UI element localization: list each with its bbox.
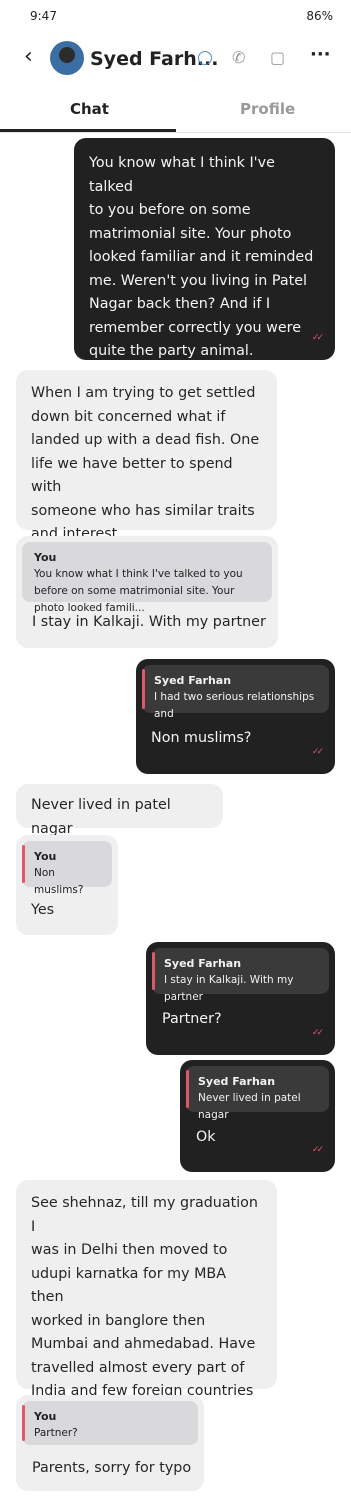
tab-profile[interactable]: Profile [240, 100, 295, 118]
status-time: 9:47 [30, 9, 57, 23]
verified-icon [198, 51, 212, 65]
message-bubble-outgoing[interactable]: Syed Farhan Never lived in patel nagar O… [180, 1060, 335, 1172]
quote-text: Never lived in patel nagar [198, 1092, 301, 1121]
message-text: Never lived in patel nagar [31, 797, 171, 837]
reply-quote[interactable]: Syed Farhan Never lived in patel nagar [186, 1066, 329, 1121]
message-bubble-incoming[interactable]: You You know what I think I've talked to… [16, 536, 278, 648]
quote-text: You know what I think I've talked to you… [34, 568, 243, 614]
message-bubble-outgoing[interactable]: Syed Farhan I had two serious relationsh… [136, 659, 335, 774]
message-bubble-incoming[interactable]: You Partner? Parents, sorry for typo [16, 1395, 204, 1491]
quote-author: You [34, 1410, 57, 1423]
message-text: Parents, sorry for typo [32, 1460, 192, 1476]
tab-bar: Chat Profile [0, 88, 351, 133]
quote-author: Syed Farhan [198, 1075, 276, 1088]
quote-bar [186, 1070, 189, 1108]
quote-text: Partner? [34, 1427, 78, 1439]
reply-quote[interactable]: Syed Farhan I had two serious relationsh… [142, 665, 329, 720]
reply-quote[interactable]: You Partner? [22, 1401, 198, 1445]
battery-level: 86% [306, 9, 333, 23]
chat-header: ‹ Syed Farh... ✆ ▢ ··· [0, 32, 351, 88]
phone-icon[interactable]: ✆ [232, 48, 245, 67]
message-bubble-outgoing[interactable]: Syed Farhan I stay in Kalkaji. With my p… [146, 942, 335, 1055]
message-text: When I am trying to get settled down bit… [31, 385, 260, 542]
reply-quote[interactable]: You Non muslims? [22, 841, 112, 896]
status-bar: 9:47 86% [0, 0, 351, 32]
message-text: You know what I think I've talked to you… [89, 155, 314, 359]
quote-text: Non muslims? [34, 867, 84, 896]
read-receipt-icon: ✓✓ [311, 746, 324, 757]
reply-quote[interactable]: Syed Farhan I stay in Kalkaji. With my p… [152, 948, 329, 1003]
back-icon[interactable]: ‹ [24, 46, 33, 68]
avatar[interactable] [50, 41, 84, 75]
quote-author: Syed Farhan [164, 957, 242, 970]
read-receipt-icon: ✓✓ [311, 1144, 324, 1155]
quote-bar [22, 845, 25, 883]
reply-quote[interactable]: You You know what I think I've talked to… [22, 542, 272, 614]
quote-author: You [34, 850, 57, 863]
message-bubble-outgoing[interactable]: You know what I think I've talked to you… [74, 138, 335, 360]
message-list[interactable]: You know what I think I've talked to you… [0, 132, 351, 1500]
quote-bar [142, 669, 145, 709]
quote-text: I stay in Kalkaji. With my partner [164, 974, 294, 1003]
tab-chat[interactable]: Chat [70, 100, 109, 118]
video-icon[interactable]: ▢ [270, 48, 285, 67]
more-icon[interactable]: ··· [310, 44, 331, 65]
message-bubble-incoming[interactable]: Never lived in patel nagar [16, 784, 223, 837]
quote-bar [22, 1405, 25, 1441]
message-text: See shehnaz, till my graduation I was in… [31, 1195, 258, 1423]
quote-author: Syed Farhan [154, 674, 232, 687]
message-bubble-incoming[interactable]: You Non muslims? Yes [16, 835, 118, 935]
message-bubble-incoming[interactable]: When I am trying to get settled down bit… [16, 370, 277, 542]
quote-author: You [34, 551, 57, 564]
message-bubble-incoming[interactable]: See shehnaz, till my graduation I was in… [16, 1180, 277, 1423]
read-receipt-icon: ✓✓ [311, 332, 324, 343]
quote-text: I had two serious relationships and [154, 691, 315, 720]
quote-bar [152, 952, 155, 990]
read-receipt-icon: ✓✓ [311, 1027, 324, 1038]
